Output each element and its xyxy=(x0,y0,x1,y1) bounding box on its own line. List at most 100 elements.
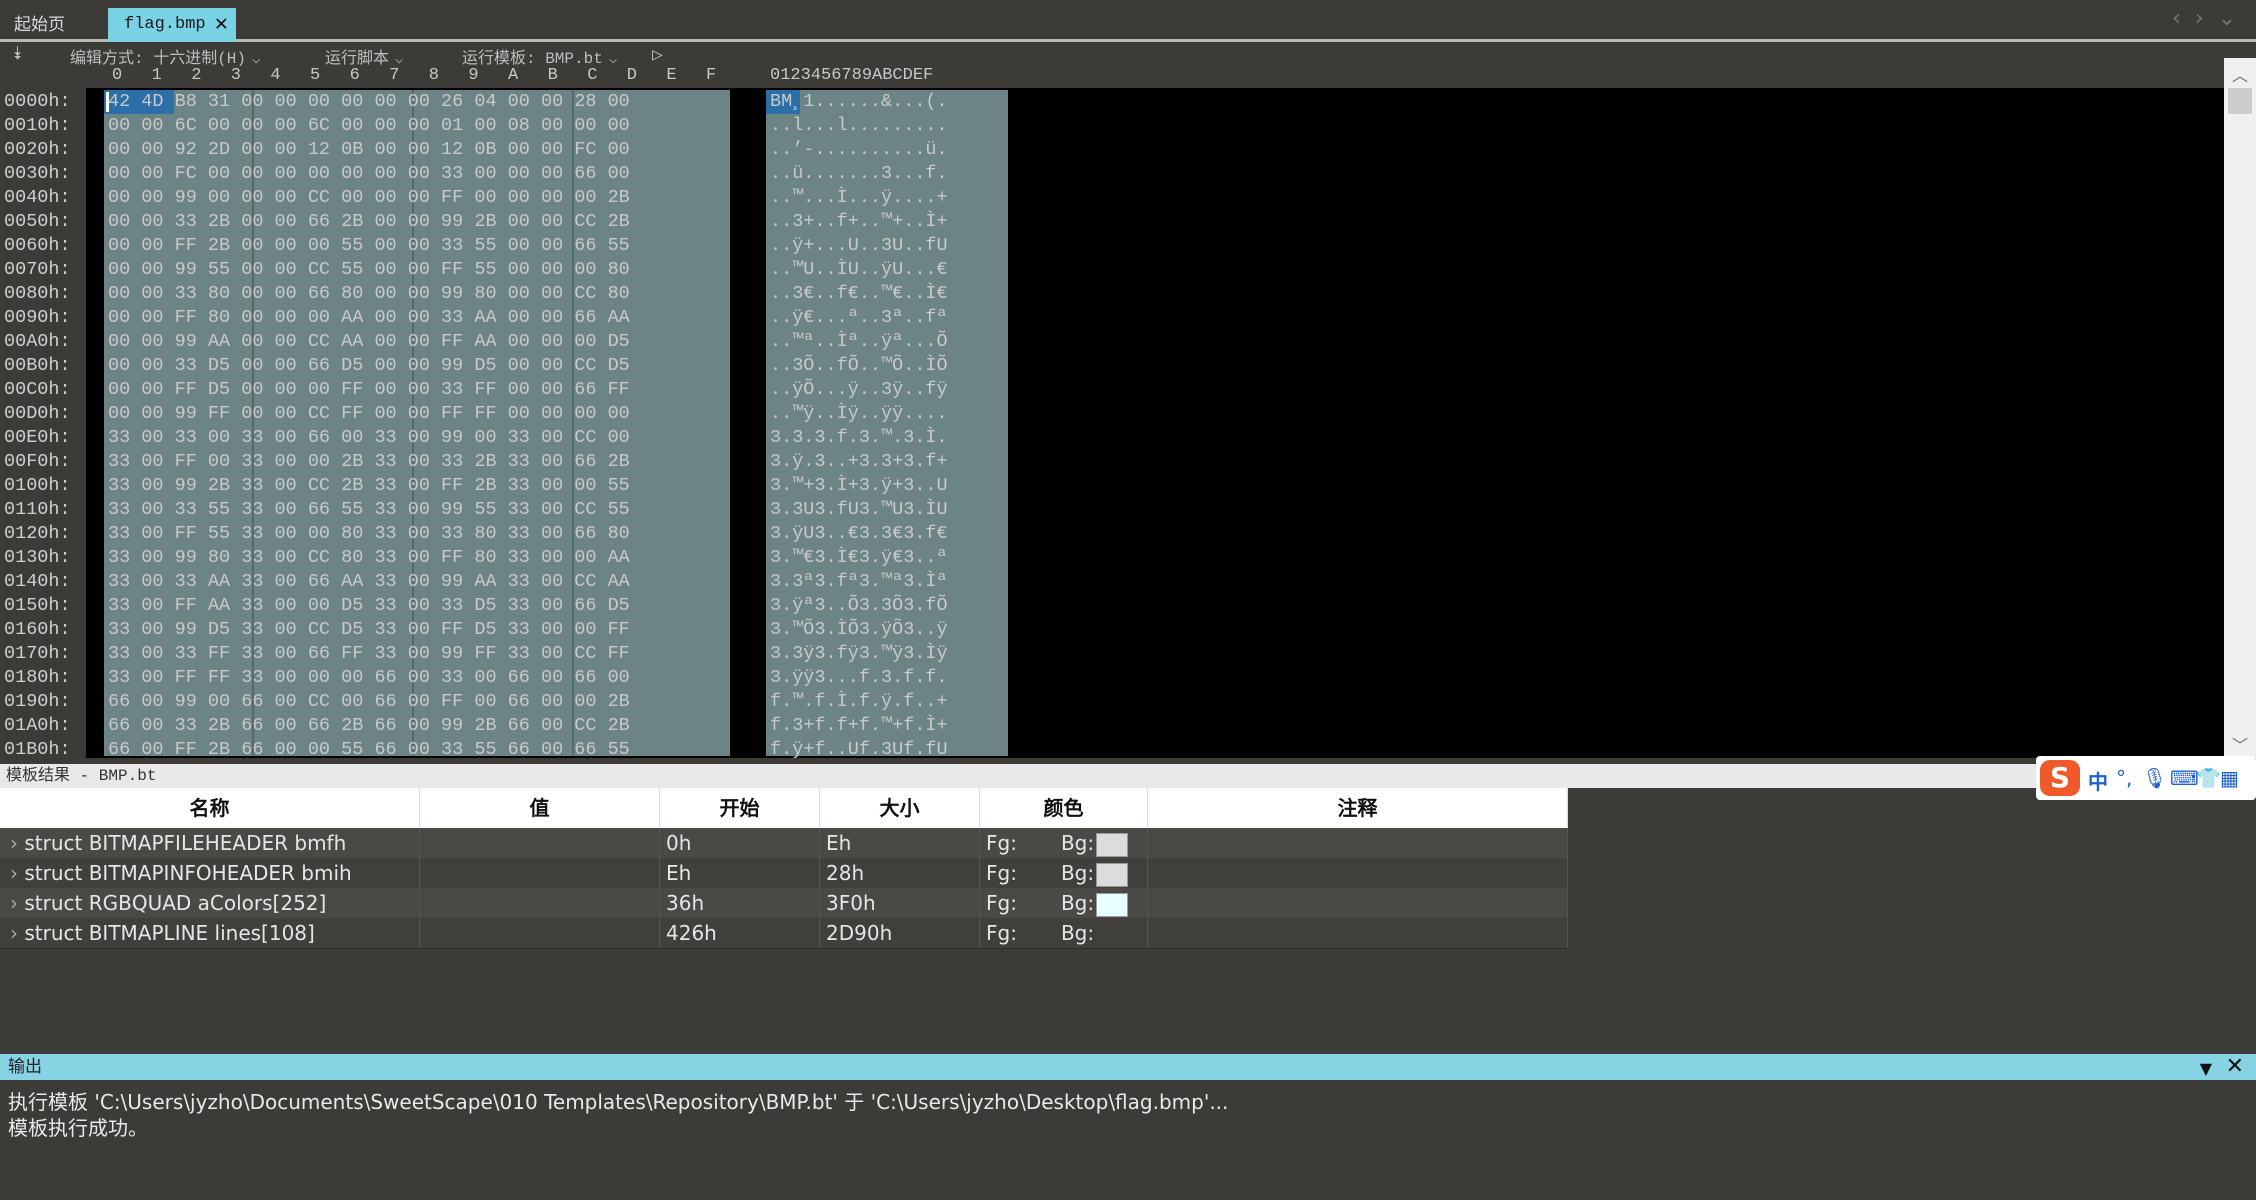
chevron-down-icon[interactable]: ⌄ xyxy=(2218,6,2250,31)
ime-language[interactable]: 中 xyxy=(2088,766,2108,795)
scroll-down-icon[interactable]: ﹀ xyxy=(2232,732,2248,756)
hex-bytes-row[interactable]: 00 00 33 D5 00 00 66 D5 00 00 99 D5 00 0… xyxy=(108,354,630,378)
hex-bytes-row[interactable]: 33 00 33 00 33 00 66 00 33 00 99 00 33 0… xyxy=(108,426,630,450)
chevron-left-icon[interactable]: ‹ xyxy=(2172,6,2195,31)
ascii-row[interactable]: ..™ÿ..Ìÿ..ÿÿ.... xyxy=(770,402,948,426)
hex-bytes-row[interactable]: 00 00 99 00 00 00 CC 00 00 00 FF 00 00 0… xyxy=(108,186,630,210)
bg-color-swatch[interactable] xyxy=(1096,862,1129,887)
ascii-row[interactable]: ..™...Ì...ÿ....+ xyxy=(770,186,948,210)
template-row[interactable]: › struct BITMAPINFOHEADER bmih Eh 28h Fg: Bg… xyxy=(0,858,1568,889)
microphone-icon[interactable]: 🎙 xyxy=(2142,766,2167,790)
output-panel: 执行模板 'C:\Users\jyzho\Documents\SweetScap… xyxy=(0,1080,2256,1200)
ascii-row[interactable]: f.ÿ+f..Uf.3Uf.fU xyxy=(770,738,948,758)
hex-bytes-row[interactable]: 33 00 FF AA 33 00 00 D5 33 00 33 D5 33 0… xyxy=(108,594,630,618)
skin-icon[interactable]: 👕 xyxy=(2196,766,2221,790)
hex-bytes-row[interactable]: 33 00 FF FF 33 00 00 00 66 00 33 00 66 0… xyxy=(108,666,630,690)
ascii-row[interactable]: 3.ÿª3..Õ3.3Õ3.fÕ xyxy=(770,594,948,618)
template-row[interactable]: › struct RGBQUAD aColors[252] 36h 3F0h Fg: B… xyxy=(0,888,1568,919)
expand-arrow-icon[interactable]: › xyxy=(10,831,24,855)
sogou-logo-icon[interactable]: S xyxy=(2040,760,2080,796)
hex-bytes-row[interactable]: 00 00 99 FF 00 00 CC FF 00 00 FF FF 00 0… xyxy=(108,402,630,426)
hex-bytes-row[interactable]: 00 00 99 55 00 00 CC 55 00 00 FF 55 00 0… xyxy=(108,258,630,282)
hex-bytes-row[interactable]: 33 00 33 55 33 00 66 55 33 00 99 55 33 0… xyxy=(108,498,630,522)
header-value[interactable]: 值 xyxy=(420,788,660,828)
header-size[interactable]: 大小 xyxy=(820,788,980,828)
vertical-scrollbar[interactable]: ︿ ﹀ xyxy=(2224,58,2256,758)
hex-bytes-row[interactable]: 00 00 99 AA 00 00 CC AA 00 00 FF AA 00 0… xyxy=(108,330,630,354)
template-row[interactable]: › struct BITMAPLINE lines[108] 426h 2D90h F… xyxy=(0,918,1568,949)
close-icon[interactable]: ✕ xyxy=(2226,1054,2244,1080)
hex-bytes-row[interactable]: 42 4D B8 31 00 00 00 00 00 00 26 04 00 0… xyxy=(108,90,630,114)
punctuation-icon[interactable]: °, xyxy=(2116,766,2132,790)
hex-bytes-row[interactable]: 33 00 33 AA 33 00 66 AA 33 00 99 AA 33 0… xyxy=(108,570,630,594)
header-color[interactable]: 颜色 xyxy=(980,788,1148,828)
hex-bytes-row[interactable]: 33 00 99 2B 33 00 CC 2B 33 00 FF 2B 33 0… xyxy=(108,474,630,498)
ascii-row[interactable]: ..™ª..Ìª..ÿª...Õ xyxy=(770,330,948,354)
hex-bytes-row[interactable]: 00 00 33 80 00 00 66 80 00 00 99 80 00 0… xyxy=(108,282,630,306)
apps-grid-icon[interactable]: ▦ xyxy=(2220,766,2239,790)
ascii-row[interactable]: ..3€..f€..™€..Ì€ xyxy=(770,282,948,306)
keyboard-icon[interactable]: ⌨ xyxy=(2170,766,2199,790)
close-tab-icon[interactable]: ✕ xyxy=(215,8,228,42)
hex-bytes-row[interactable]: 66 00 33 2B 66 00 66 2B 66 00 99 2B 66 0… xyxy=(108,714,630,738)
ascii-row[interactable]: ..l...l......... xyxy=(770,114,948,138)
header-start[interactable]: 开始 xyxy=(660,788,820,828)
hex-bytes-row[interactable]: 00 00 33 2B 00 00 66 2B 00 00 99 2B 00 0… xyxy=(108,210,630,234)
hex-bytes-row[interactable]: 66 00 FF 2B 66 00 00 55 66 00 33 55 66 0… xyxy=(108,738,630,758)
bg-color-swatch[interactable] xyxy=(1096,892,1129,917)
hex-bytes-row[interactable]: 00 00 FC 00 00 00 00 00 00 00 33 00 00 0… xyxy=(108,162,630,186)
expand-arrow-icon[interactable]: › xyxy=(10,891,24,915)
hex-bytes-row[interactable]: 33 00 99 80 33 00 CC 80 33 00 FF 80 33 0… xyxy=(108,546,630,570)
ascii-row[interactable]: 3.™Õ3.ÌÕ3.ÿÕ3..ÿ xyxy=(770,618,948,642)
ascii-row[interactable]: 3.3.3.f.3.™.3.Ì. xyxy=(770,426,948,450)
header-name[interactable]: 名称 xyxy=(0,788,420,828)
edit-mode-dropdown[interactable]: 编辑方式: 十六进制(H) ⌵ xyxy=(70,44,260,68)
ascii-row[interactable]: ..3+..f+..™+..Ì+ xyxy=(770,210,948,234)
hex-bytes-row[interactable]: 00 00 FF 80 00 00 00 AA 00 00 33 AA 00 0… xyxy=(108,306,630,330)
ascii-row[interactable]: 3.3ª3.fª3.™ª3.Ìª xyxy=(770,570,948,594)
hex-editor-view[interactable]: 0000h: 42 4D B8 31 00 00 00 00 00 00 26 0… xyxy=(0,88,2224,758)
collapse-toolbar-icon[interactable]: ⯯ xyxy=(12,44,23,65)
scrollbar-thumb[interactable] xyxy=(2228,88,2252,114)
expand-arrow-icon[interactable]: › xyxy=(10,861,24,885)
dropdown-icon[interactable]: ▼ xyxy=(2200,1056,2212,1082)
ascii-row[interactable]: f.™.f.Ì.f.ÿ.f..+ xyxy=(770,690,948,714)
hex-bytes-row[interactable]: 33 00 FF 55 33 00 00 80 33 00 33 80 33 0… xyxy=(108,522,630,546)
hex-bytes-row[interactable]: 00 00 FF D5 00 00 00 FF 00 00 33 FF 00 0… xyxy=(108,378,630,402)
ascii-row[interactable]: 3.3U3.fU3.™U3.ÌU xyxy=(770,498,948,522)
ascii-row[interactable]: ..3Õ..fÕ..™Õ..ÌÕ xyxy=(770,354,948,378)
template-row[interactable]: › struct BITMAPFILEHEADER bmfh 0h Eh Fg: Bg: xyxy=(0,828,1568,859)
hex-bytes-row[interactable]: 33 00 33 FF 33 00 66 FF 33 00 99 FF 33 0… xyxy=(108,642,630,666)
ascii-row[interactable]: 3.ÿ.3..+3.3+3.f+ xyxy=(770,450,948,474)
hex-column-label: 0 xyxy=(112,66,123,85)
run-script-dropdown[interactable]: 运行脚本 ⌵ xyxy=(325,44,403,68)
hex-bytes-row[interactable]: 66 00 99 00 66 00 CC 00 66 00 FF 00 66 0… xyxy=(108,690,630,714)
ascii-row[interactable]: ..ÿÕ...ÿ..3ÿ..fÿ xyxy=(770,378,948,402)
tab-flag-bmp[interactable]: flag.bmp ✕ xyxy=(108,8,236,42)
ascii-row[interactable]: ..ÿ+...U..3U..fU xyxy=(770,234,948,258)
header-comment[interactable]: 注释 xyxy=(1148,788,1568,828)
ascii-row[interactable]: 3.ÿÿ3...f.3.f.f. xyxy=(770,666,948,690)
ascii-row[interactable]: ..ü.......3...f. xyxy=(770,162,948,186)
ascii-row[interactable]: 3.™+3.Ì+3.ÿ+3..U xyxy=(770,474,948,498)
ascii-row[interactable]: 3.ÿU3..€3.3€3.f€ xyxy=(770,522,948,546)
tab-start-page[interactable]: 起始页 xyxy=(14,8,65,42)
ascii-row[interactable]: ..ÿ€...ª..3ª..fª xyxy=(770,306,948,330)
ascii-row[interactable]: 3.™€3.Ì€3.ÿ€3..ª xyxy=(770,546,948,570)
ascii-row[interactable]: BM¸1......&...(. xyxy=(770,90,948,114)
hex-bytes-row[interactable]: 33 00 99 D5 33 00 CC D5 33 00 FF D5 33 0… xyxy=(108,618,630,642)
scroll-up-icon[interactable]: ︿ xyxy=(2232,62,2248,86)
ascii-row[interactable]: 3.3ÿ3.fÿ3.™ÿ3.Ìÿ xyxy=(770,642,948,666)
expand-arrow-icon[interactable]: › xyxy=(10,921,24,945)
hex-bytes-row[interactable]: 00 00 92 2D 00 00 12 0B 00 00 12 0B 00 0… xyxy=(108,138,630,162)
run-template-play-icon[interactable]: ▷ xyxy=(652,44,663,66)
ascii-row[interactable]: ..™U..ÌU..ÿU...€ xyxy=(770,258,948,282)
hex-bytes-row[interactable]: 00 00 FF 2B 00 00 00 55 00 00 33 55 00 0… xyxy=(108,234,630,258)
run-template-dropdown[interactable]: 运行模板: BMP.bt ⌵ xyxy=(462,44,617,68)
ascii-row[interactable]: ..’-..........ü. xyxy=(770,138,948,162)
hex-bytes-row[interactable]: 33 00 FF 00 33 00 00 2B 33 00 33 2B 33 0… xyxy=(108,450,630,474)
chevron-right-icon[interactable]: › xyxy=(2195,6,2218,31)
hex-bytes-row[interactable]: 00 00 6C 00 00 00 6C 00 00 00 01 00 08 0… xyxy=(108,114,630,138)
ascii-row[interactable]: f.3+f.f+f.™+f.Ì+ xyxy=(770,714,948,738)
bg-color-swatch[interactable] xyxy=(1096,832,1129,857)
